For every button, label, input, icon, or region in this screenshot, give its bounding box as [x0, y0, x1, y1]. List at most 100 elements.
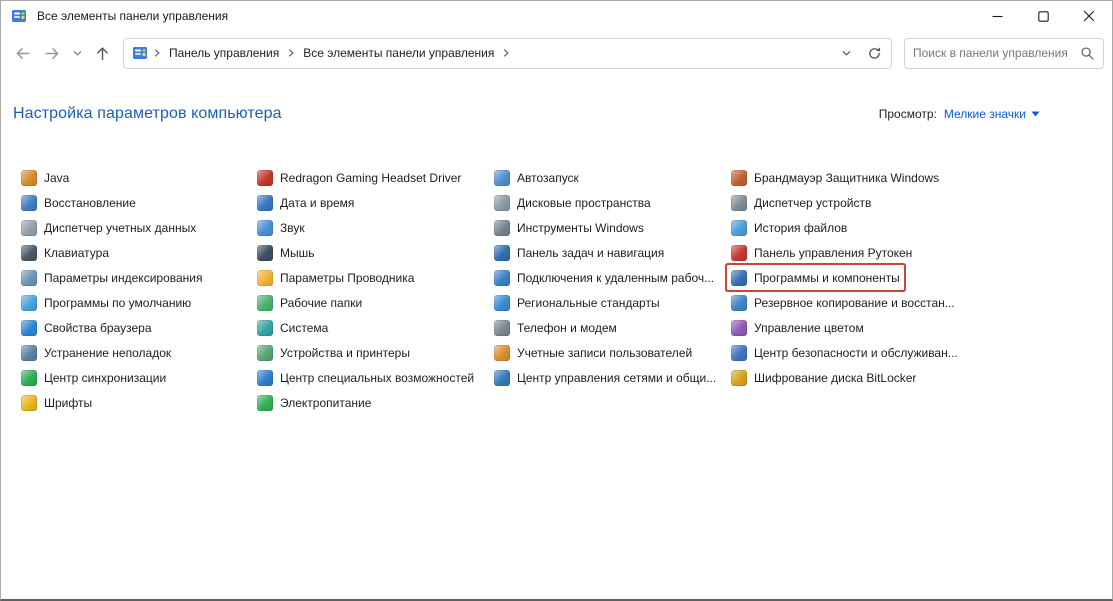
control-panel-item-label: Панель управления Рутокен [754, 246, 912, 260]
control-panel-item[interactable]: Java [17, 165, 73, 190]
control-panel-item[interactable]: Дисковые пространства [490, 190, 655, 215]
date-time-icon [257, 195, 273, 211]
recent-locations-button[interactable] [67, 38, 87, 68]
rutoken-icon [731, 245, 747, 261]
security-maintenance-icon [731, 345, 747, 361]
address-bar[interactable]: Панель управления Все элементы панели уп… [123, 38, 892, 69]
refresh-button[interactable] [861, 40, 887, 66]
view-control: Просмотр: Мелкие значки [879, 107, 1100, 121]
control-panel-item[interactable]: Центр управления сетями и общи... [490, 365, 720, 390]
programs-features-icon [731, 270, 747, 286]
credential-manager-icon [21, 220, 37, 236]
address-dropdown-button[interactable] [833, 40, 859, 66]
search-input[interactable] [913, 46, 1080, 60]
control-panel-item-label: Центр синхронизации [44, 371, 166, 385]
control-panel-item-label: Центр управления сетями и общи... [517, 371, 716, 385]
control-panel-item[interactable]: История файлов [727, 215, 851, 240]
control-panel-icon [11, 8, 27, 24]
control-panel-item[interactable]: Шифрование диска BitLocker [727, 365, 920, 390]
control-panel-item[interactable]: Программы и компоненты [727, 265, 904, 290]
control-panel-item[interactable]: Учетные записи пользователей [490, 340, 696, 365]
close-button[interactable] [1066, 1, 1112, 31]
user-accounts-icon [494, 345, 510, 361]
java-icon [21, 170, 37, 186]
remote-desktop-icon [494, 270, 510, 286]
control-panel-item[interactable]: Центр специальных возможностей [253, 365, 478, 390]
control-panel-item[interactable]: Брандмауэр Защитника Windows [727, 165, 943, 190]
control-panel-item[interactable]: Свойства браузера [17, 315, 156, 340]
forward-button[interactable] [37, 38, 67, 68]
control-panel-item-label: Диспетчер устройств [754, 196, 871, 210]
sound-icon [257, 220, 273, 236]
control-panel-item[interactable]: Восстановление [17, 190, 140, 215]
file-history-icon [731, 220, 747, 236]
control-panel-item[interactable]: Панель управления Рутокен [727, 240, 916, 265]
system-icon [257, 320, 273, 336]
maximize-button[interactable] [1020, 1, 1066, 31]
breadcrumb-control-panel[interactable]: Панель управления [164, 44, 284, 62]
window-title: Все элементы панели управления [37, 9, 228, 23]
mouse-icon [257, 245, 273, 261]
control-panel-item[interactable]: Резервное копирование и восстан... [727, 290, 959, 315]
control-panel-item[interactable]: Шрифты [17, 390, 96, 415]
control-panel-item[interactable]: Устранение неполадок [17, 340, 175, 365]
control-panel-item[interactable]: Панель задач и навигация [490, 240, 668, 265]
control-panel-item-label: Устройства и принтеры [280, 346, 410, 360]
control-panel-item[interactable]: Клавиатура [17, 240, 113, 265]
file-explorer-options-icon [257, 270, 273, 286]
view-label: Просмотр: [879, 107, 937, 121]
control-panel-item-label: Звук [280, 221, 305, 235]
minimize-button[interactable] [974, 1, 1020, 31]
control-panel-window: Все элементы панели управления [0, 0, 1113, 601]
control-panel-item[interactable]: Дата и время [253, 190, 358, 215]
breadcrumb-all-control-panel-items[interactable]: Все элементы панели управления [298, 44, 499, 62]
view-selector-value: Мелкие значки [944, 107, 1026, 121]
sync-center-icon [21, 370, 37, 386]
search-icon[interactable] [1080, 46, 1095, 61]
region-icon [494, 295, 510, 311]
control-panel-item[interactable]: Устройства и принтеры [253, 340, 414, 365]
control-panel-item-label: Программы по умолчанию [44, 296, 191, 310]
control-panel-item[interactable]: Программы по умолчанию [17, 290, 195, 315]
control-panel-item[interactable]: Звук [253, 215, 309, 240]
device-manager-icon [731, 195, 747, 211]
control-panel-item-label: Устранение неполадок [44, 346, 171, 360]
internet-options-icon [21, 320, 37, 336]
back-button[interactable] [7, 38, 37, 68]
control-panel-icon [132, 45, 148, 61]
chevron-right-icon [501, 48, 511, 58]
control-panel-item[interactable]: Телефон и модем [490, 315, 621, 340]
control-panel-item[interactable]: Диспетчер устройств [727, 190, 875, 215]
control-panel-item-label: Параметры индексирования [44, 271, 202, 285]
control-panel-item-label: Центр безопасности и обслуживан... [754, 346, 958, 360]
control-panel-item[interactable]: Инструменты Windows [490, 215, 648, 240]
up-button[interactable] [87, 38, 117, 68]
taskbar-navigation-icon [494, 245, 510, 261]
control-panel-item[interactable]: Региональные стандарты [490, 290, 664, 315]
navigation-toolbar: Панель управления Все элементы панели уп… [1, 31, 1112, 75]
control-panel-item[interactable]: Параметры индексирования [17, 265, 206, 290]
control-panel-item[interactable]: Центр синхронизации [17, 365, 170, 390]
ease-of-access-icon [257, 370, 273, 386]
control-panel-item[interactable]: Рабочие папки [253, 290, 366, 315]
control-panel-item[interactable]: Система [253, 315, 332, 340]
control-panel-item[interactable]: Автозапуск [490, 165, 583, 190]
control-panel-item[interactable]: Электропитание [253, 390, 375, 415]
control-panel-item[interactable]: Управление цветом [727, 315, 868, 340]
chevron-right-icon [152, 48, 162, 58]
control-panel-item[interactable]: Мышь [253, 240, 319, 265]
control-panel-item[interactable]: Redragon Gaming Headset Driver [253, 165, 465, 190]
headset-driver-icon [257, 170, 273, 186]
control-panel-item[interactable]: Центр безопасности и обслуживан... [727, 340, 962, 365]
control-panel-item[interactable]: Диспетчер учетных данных [17, 215, 200, 240]
power-options-icon [257, 395, 273, 411]
control-panel-item[interactable]: Параметры Проводника [253, 265, 418, 290]
items-column: JavaВосстановлениеДиспетчер учетных данн… [17, 165, 253, 415]
fonts-icon [21, 395, 37, 411]
content-area: Настройка параметров компьютера Просмотр… [1, 75, 1112, 599]
control-panel-item-label: Рабочие папки [280, 296, 362, 310]
control-panel-item-label: Подключения к удаленным рабоч... [517, 271, 714, 285]
control-panel-item-label: Центр специальных возможностей [280, 371, 474, 385]
control-panel-item[interactable]: Подключения к удаленным рабоч... [490, 265, 718, 290]
view-selector[interactable]: Мелкие значки [944, 107, 1040, 121]
